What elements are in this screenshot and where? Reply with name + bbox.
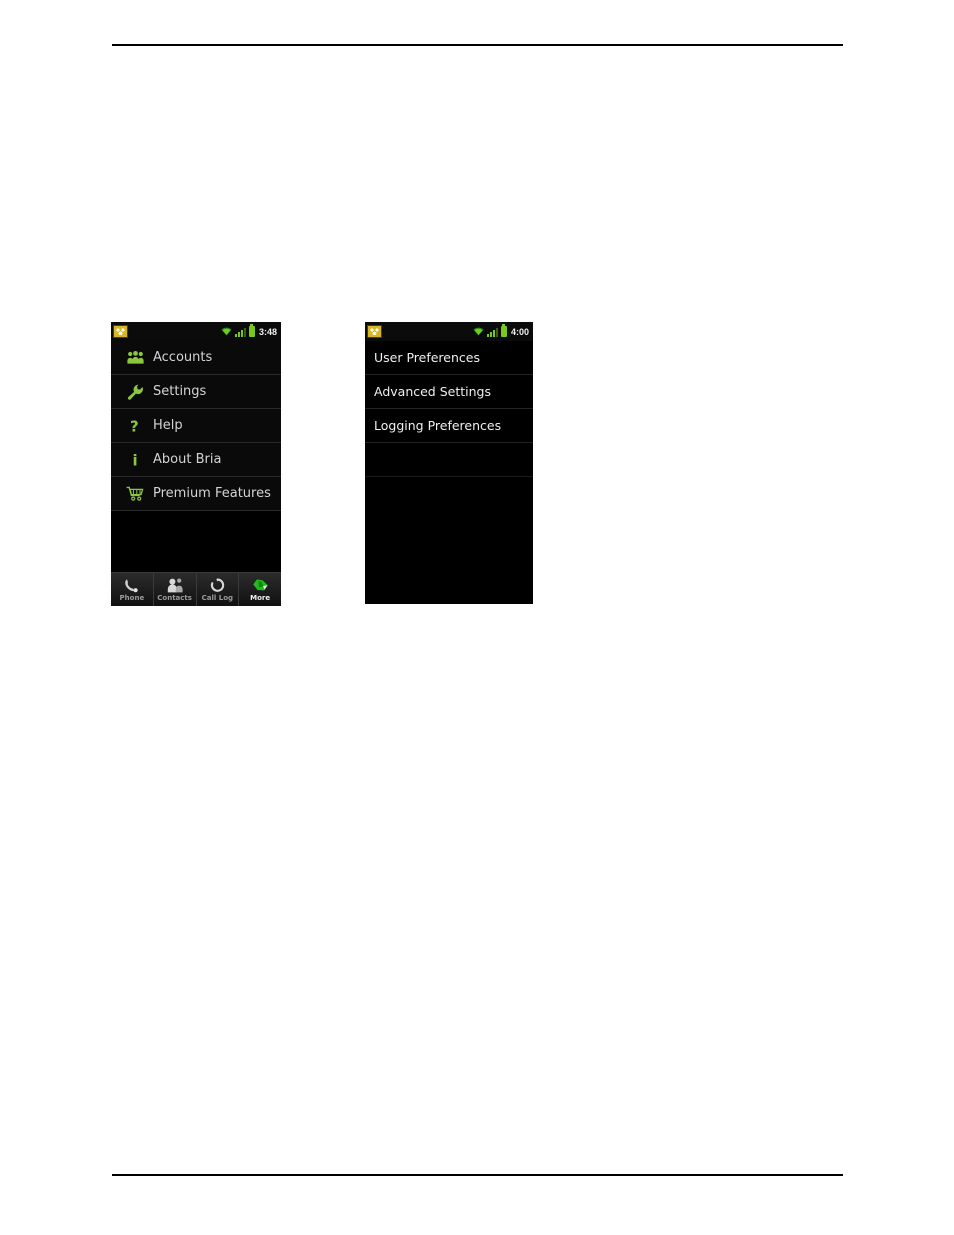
settings-item-label: Logging Preferences bbox=[374, 418, 502, 433]
status-bar-clock: 3:48 bbox=[258, 326, 277, 337]
status-bar-left bbox=[113, 325, 128, 338]
more-menu-list: Accounts Settings ? Help i About Bria Pr… bbox=[111, 341, 281, 571]
wrench-icon bbox=[123, 384, 147, 400]
page-footer-rule bbox=[112, 1174, 843, 1176]
menu-item-label: Settings bbox=[153, 384, 207, 399]
app-notification-icon bbox=[113, 325, 128, 338]
accounts-people-icon bbox=[123, 351, 147, 364]
cellular-signal-icon bbox=[486, 327, 498, 337]
tab-label: Phone bbox=[119, 594, 145, 602]
status-bar-right: 3:48 bbox=[221, 324, 277, 337]
settings-menu-list: User Preferences Advanced Settings Loggi… bbox=[365, 341, 533, 477]
status-bar-left bbox=[367, 325, 382, 338]
shopping-cart-icon bbox=[123, 486, 147, 501]
more-leaf-icon bbox=[252, 577, 269, 593]
screenshot-more-menu: 3:48 Accounts Settings ? Help i About Br… bbox=[111, 322, 281, 606]
settings-item-advanced-settings[interactable]: Advanced Settings bbox=[365, 375, 533, 409]
app-notification-icon bbox=[367, 325, 382, 338]
call-log-arrows-icon bbox=[210, 577, 225, 593]
tab-phone[interactable]: Phone bbox=[111, 573, 154, 606]
tab-call-log[interactable]: Call Log bbox=[197, 573, 240, 606]
question-mark-icon: ? bbox=[123, 418, 147, 434]
menu-item-label: Accounts bbox=[153, 350, 213, 365]
settings-item-label: User Preferences bbox=[374, 350, 480, 365]
tab-label: Call Log bbox=[201, 594, 234, 602]
handset-icon bbox=[124, 577, 139, 593]
settings-item-user-preferences[interactable]: User Preferences bbox=[365, 341, 533, 375]
menu-item-label: About Bria bbox=[153, 452, 222, 467]
menu-item-premium-features[interactable]: Premium Features bbox=[111, 477, 281, 511]
wifi-icon bbox=[473, 327, 484, 336]
status-bar: 4:00 bbox=[365, 322, 533, 341]
settings-item-logging-preferences[interactable]: Logging Preferences bbox=[365, 409, 533, 443]
info-icon: i bbox=[123, 452, 147, 468]
svg-text:?: ? bbox=[130, 418, 139, 434]
settings-empty-row bbox=[365, 443, 533, 477]
tab-more[interactable]: More bbox=[239, 573, 281, 606]
bottom-tab-bar: Phone Contacts Call Log More bbox=[111, 572, 281, 606]
settings-item-label: Advanced Settings bbox=[374, 384, 491, 399]
cellular-signal-icon bbox=[234, 327, 246, 337]
status-bar: 3:48 bbox=[111, 322, 281, 341]
tab-label: More bbox=[250, 594, 271, 602]
menu-item-label: Premium Features bbox=[153, 486, 271, 501]
menu-item-label: Help bbox=[153, 418, 183, 433]
battery-icon bbox=[500, 324, 507, 337]
page-header-rule bbox=[112, 44, 843, 46]
svg-text:i: i bbox=[132, 452, 137, 468]
status-bar-right: 4:00 bbox=[473, 324, 529, 337]
wifi-icon bbox=[221, 327, 232, 336]
menu-item-settings[interactable]: Settings bbox=[111, 375, 281, 409]
battery-icon bbox=[248, 324, 255, 337]
tab-label: Contacts bbox=[157, 594, 192, 602]
menu-item-help[interactable]: ? Help bbox=[111, 409, 281, 443]
status-bar-clock: 4:00 bbox=[510, 326, 529, 337]
tab-contacts[interactable]: Contacts bbox=[154, 573, 197, 606]
contacts-people-icon bbox=[167, 577, 183, 593]
menu-item-about-bria[interactable]: i About Bria bbox=[111, 443, 281, 477]
menu-empty-area bbox=[111, 511, 281, 571]
screenshot-settings-menu: 4:00 User Preferences Advanced Settings … bbox=[365, 322, 533, 604]
menu-item-accounts[interactable]: Accounts bbox=[111, 341, 281, 375]
